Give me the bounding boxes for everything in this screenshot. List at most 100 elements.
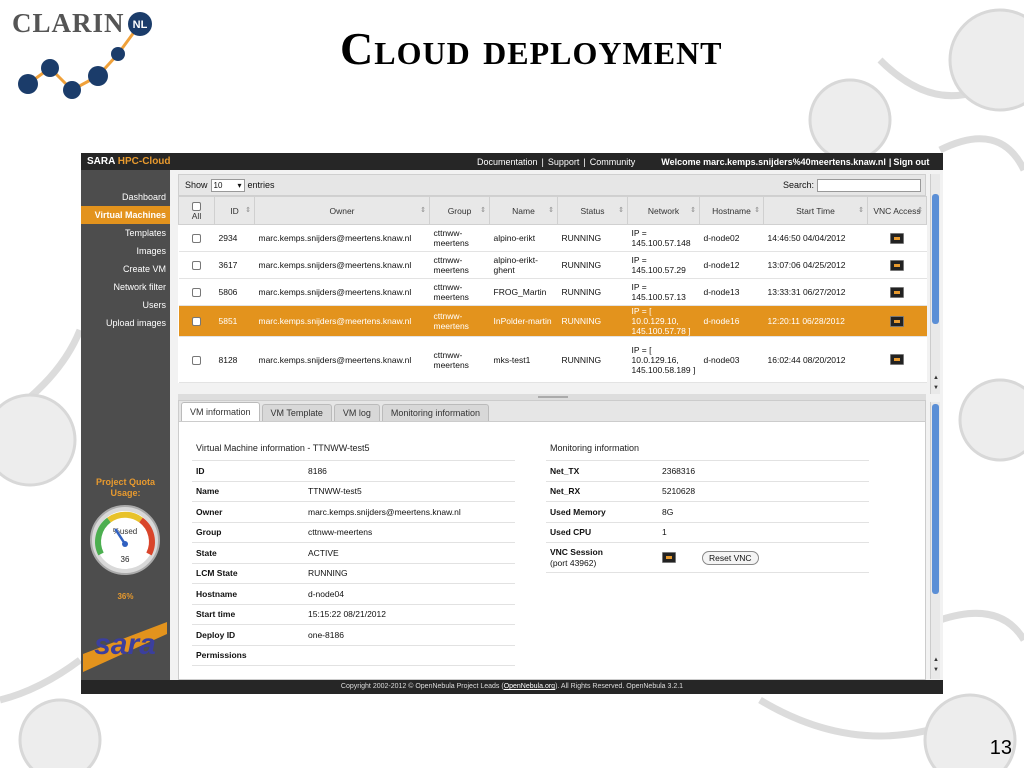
row-network: IP = 145.100.57.148 <box>627 224 700 252</box>
col-status[interactable]: Status ⇕ <box>557 196 628 225</box>
row-name: alpino-erikt-ghent <box>489 251 558 279</box>
table-row[interactable]: 2934 marc.kemps.snijders@meertens.knaw.n… <box>178 224 927 252</box>
welcome-separator: | <box>888 156 892 167</box>
row-hostname: d-node02 <box>699 224 764 252</box>
col-vnc-access[interactable]: VNC Access ⇕ <box>867 196 927 225</box>
tab-vm-information[interactable]: VM information <box>181 402 260 421</box>
footer-post: ). All Rights Reserved. OpenNebula 3.2.1 <box>555 683 684 690</box>
search-input[interactable] <box>817 178 921 192</box>
splitter-grip[interactable] <box>538 396 568 398</box>
row-hostname: d-node16 <box>699 305 764 337</box>
logo-badge-text: NL <box>133 19 148 31</box>
info-value: cttnww-meertens <box>308 521 515 543</box>
scroll-up-arrow-icon[interactable]: ▲ <box>931 374 941 382</box>
row-checkbox[interactable] <box>192 355 201 365</box>
info-key: Hostname <box>192 583 308 605</box>
table-row-selected[interactable]: 5851 marc.kemps.snijders@meertens.knaw.n… <box>178 305 927 337</box>
row-checkbox[interactable] <box>192 317 201 327</box>
info-value: ACTIVE <box>308 542 515 564</box>
vm-table: All ID ⇕ Owner ⇕ Group ⇕ Name ⇕ Status ⇕ Netw… <box>178 196 927 383</box>
vnc-icon[interactable] <box>890 286 904 298</box>
welcome-text: Welcome marc.kemps.snijders%40meertens.k… <box>661 156 886 167</box>
select-all-checkbox[interactable] <box>192 201 201 211</box>
opennebula-link[interactable]: OpenNebula.org <box>504 683 555 690</box>
sidebar-item-upload-images[interactable]: Upload images <box>81 314 170 332</box>
support-link[interactable]: Support <box>548 157 580 167</box>
tab-vm-log[interactable]: VM log <box>333 404 380 421</box>
entries-count: 10 <box>213 180 223 190</box>
row-owner: marc.kemps.snijders@meertens.knaw.nl <box>254 224 430 252</box>
sidebar-item-images[interactable]: Images <box>81 242 170 260</box>
sort-icon: ⇕ <box>420 207 426 214</box>
scroll-down-arrow-icon[interactable]: ▼ <box>931 384 941 392</box>
row-checkbox[interactable] <box>192 261 201 271</box>
col-group-label: Group <box>447 205 472 216</box>
row-id: 3617 <box>214 251 255 279</box>
vnc-session-icon[interactable] <box>662 552 676 563</box>
col-id[interactable]: ID ⇕ <box>214 196 255 225</box>
table-row[interactable]: 5806 marc.kemps.snijders@meertens.knaw.n… <box>178 278 927 306</box>
entries-select[interactable]: 10 ▾ <box>210 178 245 192</box>
col-start-time[interactable]: Start Time ⇕ <box>763 196 868 225</box>
vnc-icon[interactable] <box>890 354 904 366</box>
scroll-down-arrow-icon[interactable]: ▼ <box>931 666 941 674</box>
vnc-icon[interactable] <box>890 232 904 244</box>
table-row[interactable]: 3617 marc.kemps.snijders@meertens.knaw.n… <box>178 251 927 279</box>
row-id: 5806 <box>214 278 255 306</box>
brand-accent: HPC-Cloud <box>117 156 171 167</box>
col-hostname[interactable]: Hostname ⇕ <box>699 196 764 225</box>
sort-icon: ⇕ <box>548 207 554 214</box>
col-network[interactable]: Network ⇕ <box>627 196 700 225</box>
footer: Copyright 2002-2012 © OpenNebula Project… <box>81 680 943 694</box>
reset-vnc-button[interactable]: Reset VNC <box>702 550 759 565</box>
table-row[interactable]: 8128 marc.kemps.snijders@meertens.knaw.n… <box>178 336 927 383</box>
col-owner[interactable]: Owner ⇕ <box>254 196 430 225</box>
monitor-key: Net_RX <box>546 480 662 502</box>
sidebar-item-virtual-machines[interactable]: Virtual Machines <box>81 206 170 224</box>
table-scroll-thumb[interactable] <box>932 194 939 324</box>
sara-logo-text: sara <box>94 628 156 661</box>
info-key: State <box>192 542 308 564</box>
col-start-time-label: Start Time <box>796 205 835 216</box>
sidebar-item-create-vm[interactable]: Create VM <box>81 260 170 278</box>
table-controls: Show 10 ▾ entries Search: <box>178 174 926 196</box>
sort-icon: ⇕ <box>754 207 760 214</box>
scroll-up-arrow-icon[interactable]: ▲ <box>931 656 941 664</box>
info-scrollbar[interactable]: ▲ ▼ <box>930 402 940 679</box>
search-wrap: Search: <box>783 178 921 192</box>
row-owner: marc.kemps.snijders@meertens.knaw.nl <box>254 305 430 337</box>
tab-vm-template[interactable]: VM Template <box>261 404 332 421</box>
vnc-icon[interactable] <box>890 259 904 271</box>
sidebar-item-dashboard[interactable]: Dashboard <box>81 188 170 206</box>
top-links: Documentation | Support | Community <box>477 157 635 167</box>
row-checkbox[interactable] <box>192 288 201 298</box>
slide-title: Cloud deployment <box>340 23 723 74</box>
row-status: RUNNING <box>557 305 628 337</box>
row-owner: marc.kemps.snijders@meertens.knaw.nl <box>254 336 430 383</box>
community-link[interactable]: Community <box>590 157 636 167</box>
table-scrollbar[interactable]: ▲ ▼ <box>930 174 940 394</box>
info-row: Owner marc.kemps.snijders@meertens.knaw.n… <box>192 501 515 523</box>
info-key: Name <box>192 480 308 502</box>
quota-title: Project Quota Usage: <box>95 477 155 498</box>
monitor-row: Used Memory 8G <box>546 501 869 523</box>
link-separator: | <box>541 156 544 167</box>
tab-monitoring-information[interactable]: Monitoring information <box>381 404 489 421</box>
col-group[interactable]: Group ⇕ <box>429 196 490 225</box>
info-scroll-thumb[interactable] <box>932 404 939 594</box>
vnc-icon[interactable] <box>890 315 904 327</box>
sidebar-item-templates[interactable]: Templates <box>81 224 170 242</box>
sidebar-item-network-filter[interactable]: Network filter <box>81 278 170 296</box>
row-network: IP = 145.100.57.13 <box>627 278 700 306</box>
sign-out-link[interactable]: Sign out <box>893 157 929 167</box>
row-id: 2934 <box>214 224 255 252</box>
documentation-link[interactable]: Documentation <box>477 157 538 167</box>
col-status-label: Status <box>580 205 605 216</box>
col-name[interactable]: Name ⇕ <box>489 196 558 225</box>
row-checkbox[interactable] <box>192 234 201 244</box>
col-select-all[interactable]: All <box>178 196 215 225</box>
info-key: Start time <box>192 603 308 625</box>
sidebar-item-users[interactable]: Users <box>81 296 170 314</box>
vnc-session-label: VNC Session <box>550 546 603 557</box>
vnc-port: (port 43962) <box>550 557 597 568</box>
